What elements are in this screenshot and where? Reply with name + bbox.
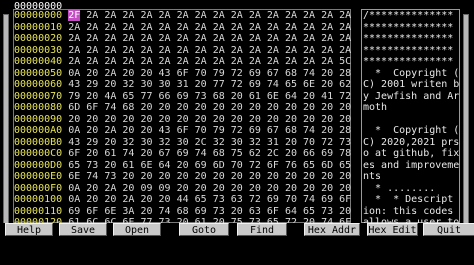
ascii-row[interactable]: ion: this codes (363, 206, 459, 218)
hex-row[interactable]: 00000070 79 20 4A 65 77 66 69 73 68 20 6… (14, 91, 351, 103)
hex-row[interactable]: 00000030 2A 2A 2A 2A 2A 2A 2A 2A 2A 2A 2… (14, 45, 351, 57)
fkey-quit-button[interactable]: Quit (423, 223, 474, 236)
hex-panel[interactable]: 00000000 2F 2A 2A 2A 2A 2A 2A 2A 2A 2A 2… (14, 10, 351, 252)
fkey-goto-button[interactable]: Goto (179, 223, 229, 236)
hex-bytes[interactable]: 6D 6F 74 68 20 20 20 20 20 20 20 20 20 2… (68, 102, 351, 113)
fkey-hex-edit-button[interactable]: Hex Edit (367, 223, 418, 236)
row-address: 000000A0 (14, 125, 63, 136)
hex-row[interactable]: 00000110 69 6F 6E 3A 20 74 68 69 73 20 6… (14, 206, 351, 218)
hex-row[interactable]: 000000B0 43 29 20 32 30 32 30 2C 32 30 3… (14, 137, 351, 149)
row-address: 00000110 (14, 205, 63, 217)
hex-row[interactable]: 00000000 2F 2A 2A 2A 2A 2A 2A 2A 2A 2A 2… (14, 10, 351, 22)
hex-bytes[interactable]: 6E 74 73 20 20 20 20 20 20 20 20 20 20 2… (68, 171, 351, 182)
hex-bytes[interactable]: 2A 2A 2A 2A 2A 2A 2A 2A 2A 2A 2A 2A 2A 2… (68, 22, 351, 33)
hex-bytes[interactable]: 43 29 20 32 30 30 31 20 77 72 69 74 65 6… (68, 79, 351, 90)
ascii-row[interactable]: * * Descript (363, 194, 459, 206)
hex-bytes[interactable]: 20 20 20 20 20 20 20 20 20 20 20 20 20 2… (68, 114, 351, 125)
hex-bytes[interactable]: 0A 20 2A 20 20 43 6F 70 79 72 69 67 68 7… (68, 68, 351, 79)
hex-row[interactable]: 000000C0 6F 20 61 74 20 67 69 74 68 75 6… (14, 148, 351, 160)
hex-row[interactable]: 00000080 6D 6F 74 68 20 20 20 20 20 20 2… (14, 102, 351, 114)
hex-row[interactable]: 000000D0 65 73 20 61 6E 64 20 69 6D 70 7… (14, 160, 351, 172)
ascii-row[interactable]: * Copyright ( (363, 68, 459, 80)
fkey-help-button[interactable]: Help (5, 223, 53, 236)
ascii-row[interactable]: C) 2001 writen b (363, 79, 459, 91)
hex-bytes[interactable]: 69 6F 6E 3A 20 74 68 69 73 20 63 6F 64 6… (68, 206, 351, 217)
ascii-row[interactable]: /************** (363, 10, 459, 22)
fkey-find-button[interactable]: Find (237, 223, 287, 236)
hex-bytes[interactable]: 65 73 20 61 6E 64 20 69 6D 70 72 6F 76 6… (68, 160, 351, 171)
hex-bytes[interactable]: 2A 2A 2A 2A 2A 2A 2A 2A 2A 2A 2A 2A 2A 2… (68, 45, 351, 56)
row-address: 00000100 (14, 194, 63, 205)
ascii-row[interactable]: o at github, fix (363, 148, 459, 160)
ascii-row[interactable]: * Copyright ( (363, 125, 459, 137)
row-address: 000000C0 (14, 148, 63, 159)
right-scrollbar[interactable] (463, 14, 469, 224)
row-address: 00000030 (14, 44, 63, 56)
hex-row[interactable]: 00000090 20 20 20 20 20 20 20 20 20 20 2… (14, 114, 351, 126)
ascii-row[interactable]: nts (363, 171, 459, 183)
row-address: 000000B0 (14, 136, 63, 148)
fkey-hex-addr-button[interactable]: Hex Addr (304, 223, 360, 236)
hex-row[interactable]: 00000020 2A 2A 2A 2A 2A 2A 2A 2A 2A 2A 2… (14, 33, 351, 45)
hex-bytes[interactable]: 79 20 4A 65 77 66 69 73 68 20 61 6E 64 2… (68, 91, 351, 102)
edit-cursor[interactable]: 2F (68, 10, 81, 21)
ascii-row[interactable]: *************** (363, 56, 459, 68)
hex-row[interactable]: 00000060 43 29 20 32 30 30 31 20 77 72 6… (14, 79, 351, 91)
ascii-panel[interactable]: /************** *************** **********… (363, 10, 459, 252)
hex-bytes[interactable]: 0A 20 2A 20 09 09 20 20 20 20 20 20 20 2… (68, 183, 351, 194)
row-address: 00000040 (14, 56, 63, 67)
hex-row[interactable]: 00000050 0A 20 2A 20 20 43 6F 70 79 72 6… (14, 68, 351, 80)
fkey-save-button[interactable]: Save (59, 223, 107, 236)
hex-bytes[interactable]: 2A 2A 2A 2A 2A 2A 2A 2A 2A 2A 2A 2A 2A 2… (68, 56, 351, 67)
ascii-row[interactable]: moth (363, 102, 459, 114)
row-address: 00000090 (14, 113, 63, 125)
hex-row[interactable]: 000000E0 6E 74 73 20 20 20 20 20 20 20 2… (14, 171, 351, 183)
hex-row[interactable]: 000000A0 0A 20 2A 20 20 43 6F 70 79 72 6… (14, 125, 351, 137)
ascii-row[interactable]: * ........ (363, 183, 459, 195)
hex-row[interactable]: 00000100 0A 20 20 2A 20 20 44 65 73 63 7… (14, 194, 351, 206)
ascii-row[interactable]: *************** (363, 33, 459, 45)
hex-row[interactable]: 000000F0 0A 20 2A 20 09 09 20 20 20 20 2… (14, 183, 351, 195)
row-address: 00000060 (14, 79, 63, 90)
row-address: 000000D0 (14, 159, 63, 171)
row-address: 00000050 (14, 67, 63, 79)
hex-row[interactable]: 00000040 2A 2A 2A 2A 2A 2A 2A 2A 2A 2A 2… (14, 56, 351, 68)
ascii-row[interactable]: *************** (363, 22, 459, 34)
ascii-row[interactable] (363, 114, 459, 126)
hex-bytes[interactable]: 6F 20 61 74 20 67 69 74 68 75 62 2C 20 6… (68, 148, 351, 159)
row-address: 00000000 (14, 10, 63, 21)
hex-bytes[interactable]: 0A 20 2A 20 20 43 6F 70 79 72 69 67 68 7… (68, 125, 351, 136)
row-address: 000000E0 (14, 171, 63, 182)
row-address: 00000010 (14, 21, 63, 33)
hex-bytes[interactable]: 43 29 20 32 30 32 30 2C 32 30 32 31 20 7… (68, 137, 351, 148)
left-scrollbar[interactable] (3, 14, 9, 224)
row-address: 000000F0 (14, 182, 63, 194)
row-address: 00000020 (14, 33, 63, 44)
hex-row[interactable]: 00000010 2A 2A 2A 2A 2A 2A 2A 2A 2A 2A 2… (14, 22, 351, 34)
ascii-row[interactable]: y Jewfish and Ar (363, 91, 459, 103)
fkey-open-button[interactable]: Open (113, 223, 161, 236)
ascii-row[interactable]: es and improveme (363, 160, 459, 172)
hex-bytes[interactable]: 2A 2A 2A 2A 2A 2A 2A 2A 2A 2A 2A 2A 2A 2… (86, 10, 351, 21)
row-address: 00000070 (14, 90, 63, 102)
ascii-row[interactable]: *************** (363, 45, 459, 57)
hex-bytes[interactable]: 2A 2A 2A 2A 2A 2A 2A 2A 2A 2A 2A 2A 2A 2… (68, 33, 351, 44)
ascii-row[interactable]: C) 2020,2021 prs (363, 137, 459, 149)
hex-bytes[interactable]: 0A 20 20 2A 20 20 44 65 73 63 72 69 70 7… (68, 194, 351, 205)
row-address: 00000080 (14, 102, 63, 113)
